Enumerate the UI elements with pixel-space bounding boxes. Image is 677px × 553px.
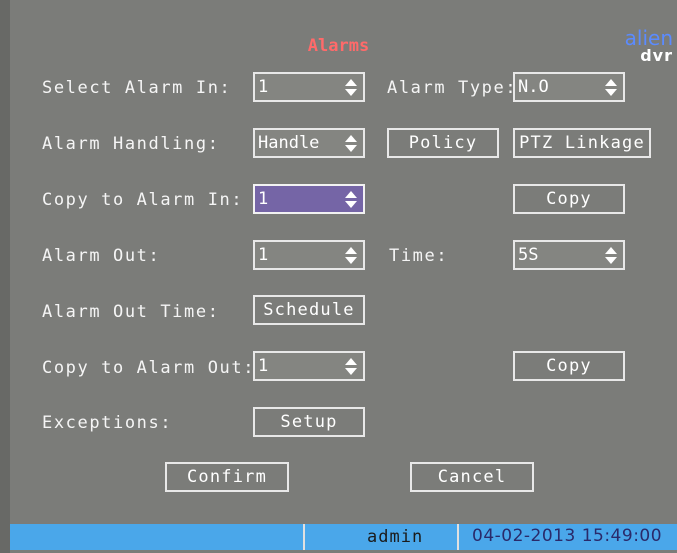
- alarm-out-value: 1: [258, 245, 269, 265]
- up-down-arrow-icon: [345, 79, 357, 96]
- copy-to-alarm-in-label: Copy to Alarm In:: [42, 190, 244, 210]
- alarm-type-dropdown[interactable]: N.O: [513, 72, 625, 102]
- logo-text-bottom: dvr: [640, 46, 673, 65]
- policy-button[interactable]: Policy: [387, 128, 499, 158]
- alarm-handling-label: Alarm Handling:: [42, 134, 220, 154]
- copy-to-alarm-in-value: 1: [258, 189, 269, 209]
- setup-button[interactable]: Setup: [253, 407, 365, 437]
- alarms-screen: Alarms alien dvr Select Alarm In: 1 Alar…: [0, 0, 677, 553]
- time-value: 5S: [518, 245, 539, 265]
- exceptions-label: Exceptions:: [42, 413, 173, 433]
- up-down-arrow-icon: [345, 247, 357, 264]
- copy-to-alarm-out-value: 1: [258, 356, 269, 376]
- copy-alarm-in-button[interactable]: Copy: [513, 184, 625, 214]
- page-title: Alarms: [307, 36, 370, 56]
- status-datetime: 04-02-2013 15:49:00: [472, 526, 663, 546]
- select-alarm-in-label: Select Alarm In:: [42, 78, 232, 98]
- alarm-type-value: N.O: [518, 77, 549, 97]
- up-down-arrow-icon: [345, 135, 357, 152]
- cancel-button[interactable]: Cancel: [410, 462, 534, 492]
- alarm-out-time-label: Alarm Out Time:: [42, 302, 220, 322]
- time-dropdown[interactable]: 5S: [513, 240, 625, 270]
- status-user: admin: [367, 527, 424, 547]
- logo-text-top: alien: [624, 26, 673, 50]
- up-down-arrow-icon: [605, 79, 617, 96]
- select-alarm-in-dropdown[interactable]: 1: [253, 72, 365, 102]
- alarm-handling-dropdown[interactable]: Handle: [253, 128, 365, 158]
- screen-edge: [0, 0, 10, 553]
- schedule-button[interactable]: Schedule: [253, 295, 365, 325]
- up-down-arrow-icon: [345, 191, 357, 208]
- alarm-handling-value: Handle: [258, 133, 320, 153]
- select-alarm-in-value: 1: [258, 77, 269, 97]
- alarm-out-label: Alarm Out:: [42, 246, 161, 266]
- copy-alarm-out-button[interactable]: Copy: [513, 351, 625, 381]
- copy-to-alarm-out-label: Copy to Alarm Out:: [42, 358, 256, 378]
- status-divider: [457, 524, 459, 550]
- time-label: Time:: [389, 246, 449, 266]
- ptz-linkage-button[interactable]: PTZ Linkage: [513, 128, 651, 158]
- status-bar: admin 04-02-2013 15:49:00: [10, 524, 677, 550]
- alarm-out-dropdown[interactable]: 1: [253, 240, 365, 270]
- confirm-button[interactable]: Confirm: [165, 462, 289, 492]
- alarm-type-label: Alarm Type:: [387, 78, 518, 98]
- status-divider: [303, 524, 305, 550]
- up-down-arrow-icon: [605, 247, 617, 264]
- brand-logo: alien dvr: [613, 28, 673, 72]
- up-down-arrow-icon: [345, 358, 357, 375]
- copy-to-alarm-in-dropdown[interactable]: 1: [253, 184, 365, 214]
- copy-to-alarm-out-dropdown[interactable]: 1: [253, 351, 365, 381]
